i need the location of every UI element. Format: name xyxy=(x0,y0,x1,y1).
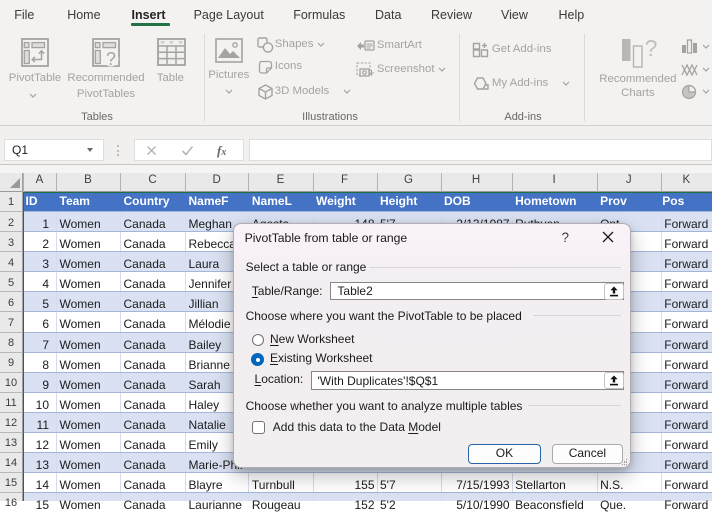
svg-text:?: ? xyxy=(645,38,658,61)
svg-text:?: ? xyxy=(106,49,116,67)
